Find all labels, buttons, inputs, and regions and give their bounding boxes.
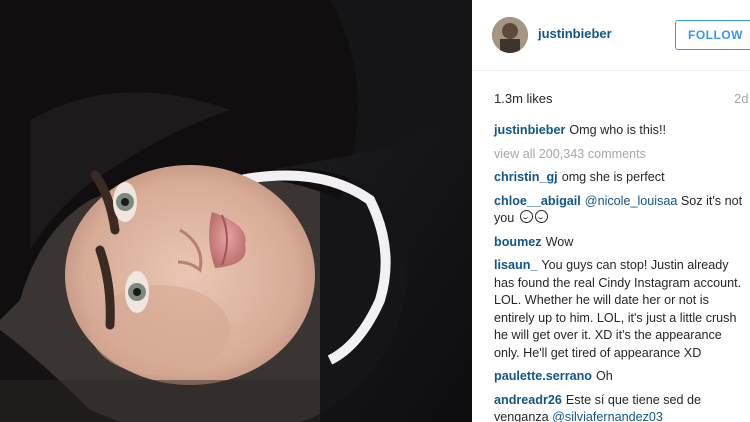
caption: justinbieber Omg who is this!! [494, 122, 746, 140]
list-item: paulette.serrano Oh [494, 368, 746, 386]
comment-user[interactable]: chloe__abigail [494, 194, 581, 208]
emoji-icon [519, 210, 533, 223]
post-header: justinbieber FOLLOW [472, 0, 750, 71]
likes-count[interactable]: 1.3m likes [494, 91, 553, 106]
post-time: 2d [734, 91, 749, 106]
comment-user[interactable]: boumez [494, 235, 542, 249]
comment-text: You guys can stop! Justin already has fo… [494, 258, 742, 360]
comment-text: omg she is perfect [561, 170, 665, 184]
view-all-comments-link[interactable]: view all 200,343 comments [494, 146, 746, 164]
list-item: lisaun_ You guys can stop! Justin already… [494, 257, 746, 362]
post-photo[interactable] [0, 0, 472, 422]
comment-mention[interactable]: @silviafernandez03 [552, 410, 663, 422]
comment-list: justinbieber Omg who is this!! view all 2… [494, 122, 746, 422]
follow-button[interactable]: FOLLOW [675, 20, 750, 50]
comment-user[interactable]: justinbieber [494, 123, 565, 137]
list-item: christin_gj omg she is perfect [494, 169, 746, 187]
list-item: andreadr26 Este sí que tiene sed de venga… [494, 392, 746, 422]
comment-text: Omg who is this!! [569, 123, 666, 137]
username-link[interactable]: justinbieber [538, 26, 612, 41]
list-item: chloe__abigail @nicole_louisaa Soz it's n… [494, 193, 746, 228]
comment-user[interactable]: christin_gj [494, 170, 558, 184]
avatar[interactable] [492, 17, 528, 53]
emoji-icon [534, 210, 548, 223]
comment-text: Oh [595, 369, 613, 383]
comment-user[interactable]: lisaun_ [494, 258, 537, 272]
comment-text: Wow [545, 234, 574, 249]
comment-user[interactable]: andreadr26 [494, 393, 562, 407]
likes-row: 1.3m likes 2d [472, 78, 750, 116]
comment-mention[interactable]: @nicole_louisaa [585, 194, 678, 208]
comment-user[interactable]: paulette.serrano [494, 369, 592, 383]
post-sidebar: justinbieber FOLLOW 1.3m likes 2d justin… [472, 0, 750, 422]
list-item: boumez Wow [494, 234, 746, 252]
